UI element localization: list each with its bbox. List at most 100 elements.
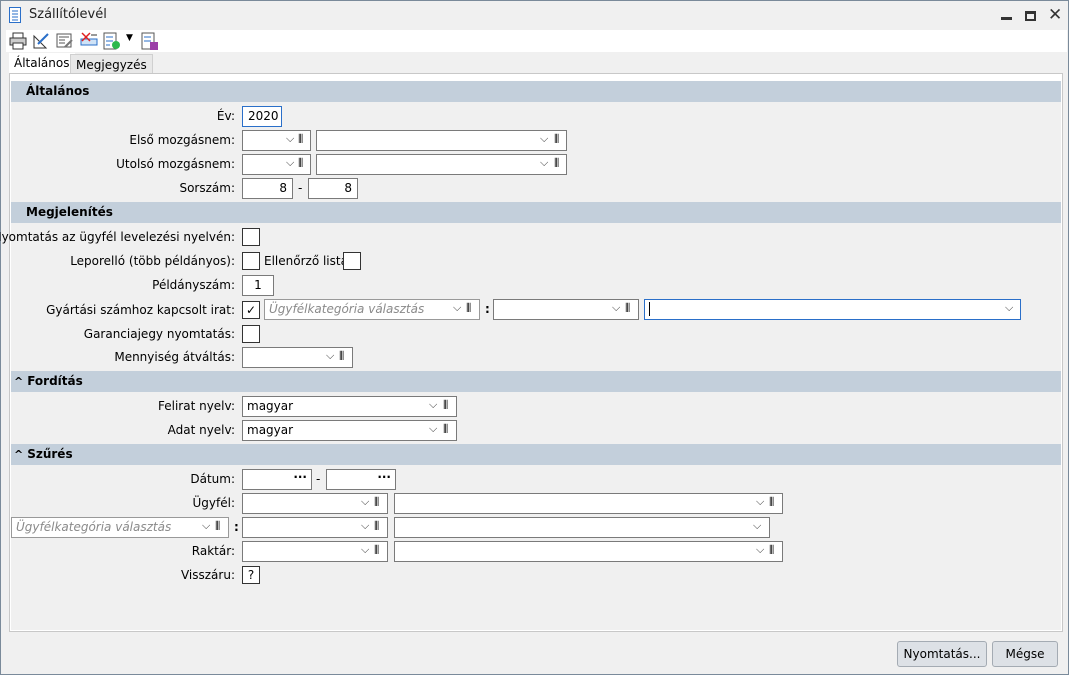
paperclip-icon[interactable]: ⦀ (374, 543, 379, 558)
toolbar: ▼ (6, 30, 1067, 52)
section-filter[interactable]: ^ Szűrés (11, 444, 1061, 465)
warranty-checkbox[interactable] (242, 325, 260, 343)
quantity-label: Mennyiség átváltás: (114, 350, 235, 364)
year-input[interactable]: 2020 (242, 106, 282, 127)
range-dash: - (298, 181, 303, 195)
warehouse-code-combo[interactable]: ⌵ ⦀ (242, 541, 388, 562)
quantity-combo[interactable]: ⌵ ⦀ (242, 347, 353, 368)
cancel-button[interactable]: Mégse (992, 641, 1058, 667)
chevron-down-icon[interactable]: ⌵ (361, 495, 369, 509)
client-label: Ügyfél: (192, 496, 236, 510)
last-movement-name-combo[interactable]: ⌵ ⦀ (316, 154, 567, 175)
serial-doc-checkbox[interactable]: ✓ (242, 301, 260, 319)
chevron-down-icon[interactable]: ⌵ (286, 156, 294, 170)
chevron-down-icon[interactable]: ⌵ (361, 543, 369, 557)
colon-separator: : (234, 520, 239, 534)
client-code-combo[interactable]: ⌵ ⦀ (242, 493, 388, 514)
section-title: Szűrés (27, 447, 73, 461)
chevron-down-icon[interactable]: ⌵ (753, 519, 761, 533)
close-button[interactable]: ✕ (1048, 5, 1062, 25)
section-translation[interactable]: ^ Fordítás (11, 371, 1061, 392)
date-picker-button[interactable]: ··· (377, 470, 391, 484)
caption-language-combo[interactable]: magyar ⌵ ⦀ (242, 396, 457, 417)
section-title: Fordítás (27, 374, 83, 388)
tab-note[interactable]: Megjegyzés (70, 54, 153, 75)
paperclip-icon[interactable]: ⦀ (215, 519, 220, 534)
paperclip-icon[interactable]: ⦀ (374, 495, 379, 510)
checklist-save-icon[interactable] (141, 32, 159, 50)
filter-category-value-combo[interactable]: ⌵ (394, 517, 770, 538)
paperclip-icon[interactable]: ⦀ (625, 301, 630, 316)
chevron-down-icon[interactable]: ⌵ (540, 156, 548, 170)
placeholder: Ügyfélkategória választás (16, 520, 172, 534)
placeholder: Ügyfélkategória választás (269, 302, 425, 316)
chevron-down-icon[interactable]: ⌵ (1005, 301, 1013, 315)
paperclip-icon[interactable]: ⦀ (769, 495, 774, 510)
date-to-input[interactable]: ··· (326, 469, 396, 490)
paperclip-icon[interactable]: ⦀ (298, 156, 303, 171)
client-category-combo[interactable]: Ügyfélkategória választás ⌵ ⦀ (264, 299, 480, 320)
tab-general[interactable]: Általános (9, 53, 75, 75)
client-category-value-combo[interactable]: ⌵ (644, 299, 1021, 320)
section-title: Megjelenítés (26, 205, 113, 219)
delete-field-icon[interactable] (80, 32, 98, 50)
minimize-button[interactable] (1001, 17, 1012, 20)
filter-category-code-combo[interactable]: ⌵ ⦀ (242, 517, 388, 538)
title-bar: Szállítólevél ✕ (1, 1, 1068, 30)
paperclip-icon[interactable]: ⦀ (443, 422, 448, 437)
date-picker-button[interactable]: ··· (293, 470, 307, 484)
collapse-icon[interactable]: ^ (14, 448, 23, 461)
date-from-input[interactable]: ··· (242, 469, 312, 490)
filter-category-combo[interactable]: Ügyfélkategória választás ⌵ ⦀ (11, 517, 229, 538)
return-checkbox[interactable]: ? (242, 566, 260, 584)
section-title: Általános (26, 84, 90, 98)
checklist-label: Ellenőrző lista: (264, 254, 352, 268)
serial-label: Sorszám: (179, 181, 235, 195)
form-edit-icon[interactable] (56, 32, 74, 50)
client-category-code-combo[interactable]: ⌵ ⦀ (493, 299, 639, 320)
dropdown-arrow-icon[interactable]: ▼ (126, 33, 133, 43)
chevron-down-icon[interactable]: ⌵ (326, 349, 334, 363)
warehouse-name-combo[interactable]: ⌵ ⦀ (394, 541, 783, 562)
leporello-checkbox[interactable] (242, 252, 260, 270)
chevron-down-icon[interactable]: ⌵ (429, 422, 437, 436)
date-label: Dátum: (190, 472, 235, 486)
paperclip-icon[interactable]: ⦀ (554, 156, 559, 171)
serial-from-input[interactable]: 8 (242, 178, 293, 199)
first-movement-name-combo[interactable]: ⌵ ⦀ (316, 130, 567, 151)
paperclip-icon[interactable]: ⦀ (466, 301, 471, 316)
last-movement-code-combo[interactable]: ⌵ ⦀ (242, 154, 311, 175)
paperclip-icon[interactable]: ⦀ (374, 519, 379, 534)
chevron-down-icon[interactable]: ⌵ (756, 495, 764, 509)
chevron-down-icon[interactable]: ⌵ (756, 543, 764, 557)
paperclip-icon[interactable]: ⦀ (298, 132, 303, 147)
maximize-button[interactable] (1025, 11, 1036, 21)
copies-input[interactable]: 1 (242, 275, 274, 296)
print-icon[interactable] (9, 32, 27, 50)
first-movement-code-combo[interactable]: ⌵ ⦀ (242, 130, 311, 151)
checklist-checkbox[interactable] (343, 252, 361, 270)
chevron-down-icon[interactable]: ⌵ (453, 301, 461, 315)
data-language-combo[interactable]: magyar ⌵ ⦀ (242, 420, 457, 441)
selected-value: magyar (247, 423, 294, 437)
chevron-down-icon[interactable]: ⌵ (361, 519, 369, 533)
first-movement-label: Első mozgásnem: (129, 133, 235, 147)
edit-icon[interactable] (32, 32, 50, 50)
serial-to-input[interactable]: 8 (308, 178, 358, 199)
client-name-combo[interactable]: ⌵ ⦀ (394, 493, 783, 514)
chevron-down-icon[interactable]: ⌵ (429, 398, 437, 412)
collapse-icon[interactable]: ^ (14, 375, 23, 388)
chevron-down-icon[interactable]: ⌵ (612, 301, 620, 315)
paperclip-icon[interactable]: ⦀ (769, 543, 774, 558)
colon-separator: : (485, 302, 490, 316)
checklist-export-icon[interactable] (103, 32, 121, 50)
paperclip-icon[interactable]: ⦀ (554, 132, 559, 147)
section-general: Általános (11, 81, 1061, 102)
chevron-down-icon[interactable]: ⌵ (286, 132, 294, 146)
paperclip-icon[interactable]: ⦀ (443, 398, 448, 413)
client-language-checkbox[interactable] (242, 228, 260, 246)
chevron-down-icon[interactable]: ⌵ (202, 519, 210, 533)
chevron-down-icon[interactable]: ⌵ (540, 132, 548, 146)
paperclip-icon[interactable]: ⦀ (339, 349, 344, 364)
print-button[interactable]: Nyomtatás... (897, 641, 987, 667)
